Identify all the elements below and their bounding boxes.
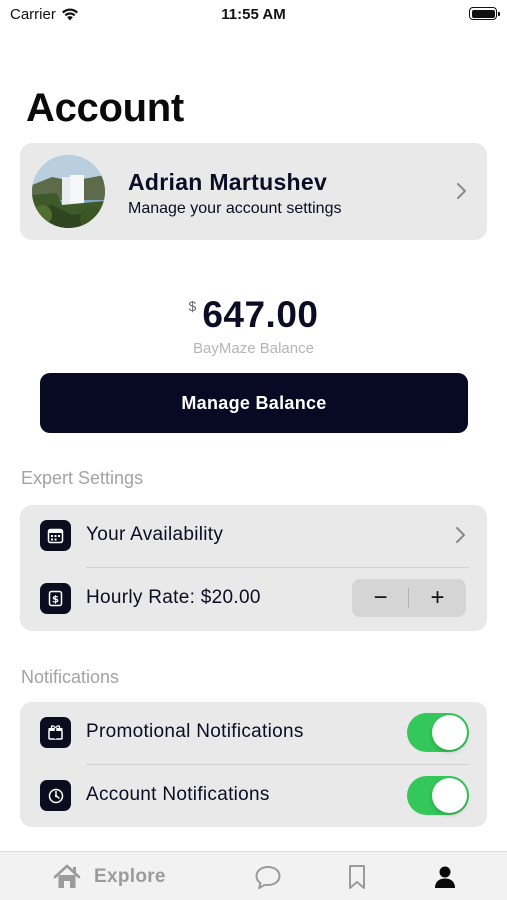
account-notifications-toggle[interactable] [407, 776, 469, 815]
notifications-header: Notifications [21, 667, 120, 687]
toggle-knob [432, 715, 467, 750]
profile-card[interactable]: Adrian Martushev Manage your account set… [20, 143, 487, 240]
hourly-rate-stepper[interactable]: − + [352, 579, 466, 617]
tab-saved[interactable] [347, 852, 367, 900]
balance-label: BayMaze Balance [193, 340, 314, 357]
tab-messages[interactable] [254, 852, 282, 900]
gear-icon [40, 780, 71, 811]
availability-row[interactable]: Your Availability [20, 505, 487, 567]
balance-amount: 647.00 [202, 294, 319, 335]
chevron-right-icon [456, 527, 465, 543]
bookmark-icon [349, 864, 365, 889]
increase-rate-button[interactable]: + [409, 579, 466, 617]
avatar [32, 155, 105, 228]
carrier-label: Carrier [10, 6, 56, 23]
hourly-rate-label: Hourly Rate: $20.00 [86, 587, 261, 608]
status-bar: Carrier 11:55 AM [0, 0, 507, 30]
dollar-icon: $ [40, 583, 71, 614]
tab-account[interactable] [432, 852, 458, 900]
svg-text:$: $ [52, 595, 59, 606]
toggle-knob [432, 778, 467, 813]
gift-icon [40, 717, 71, 748]
profile-subtitle: Manage your account settings [128, 200, 342, 217]
person-icon [435, 866, 455, 888]
balance-display: $647.00 [0, 294, 507, 336]
chevron-right-icon [457, 183, 466, 199]
decrease-rate-button[interactable]: − [352, 579, 409, 617]
home-icon [53, 864, 81, 888]
profile-name: Adrian Martushev [128, 169, 328, 195]
availability-label: Your Availability [86, 524, 224, 545]
notifications-group: Promotional Notifications Account Notifi… [20, 702, 487, 827]
battery-icon [469, 7, 500, 20]
promotional-notifications-toggle[interactable] [407, 713, 469, 752]
promotional-notifications-row: Promotional Notifications [20, 702, 487, 764]
account-notifications-row: Account Notifications [20, 765, 487, 827]
hourly-rate-row: $ Hourly Rate: $20.00 − + [20, 568, 487, 630]
chat-icon [255, 865, 281, 889]
calendar-icon [40, 520, 71, 551]
carrier-indicator: Carrier [10, 6, 79, 23]
promotional-notifications-label: Promotional Notifications [86, 721, 304, 742]
tab-explore[interactable]: Explore [52, 852, 166, 900]
expert-settings-group: Your Availability $ Hourly Rate: $20.00 … [20, 505, 487, 631]
page-title: Account [26, 86, 184, 130]
tab-bar: Explore [0, 851, 507, 900]
wifi-icon [61, 8, 78, 21]
manage-balance-button[interactable]: Manage Balance [40, 373, 468, 433]
tab-explore-label: Explore [94, 865, 166, 887]
expert-settings-header: Expert Settings [21, 468, 144, 488]
currency-symbol: $ [188, 298, 197, 314]
account-notifications-label: Account Notifications [86, 784, 270, 805]
